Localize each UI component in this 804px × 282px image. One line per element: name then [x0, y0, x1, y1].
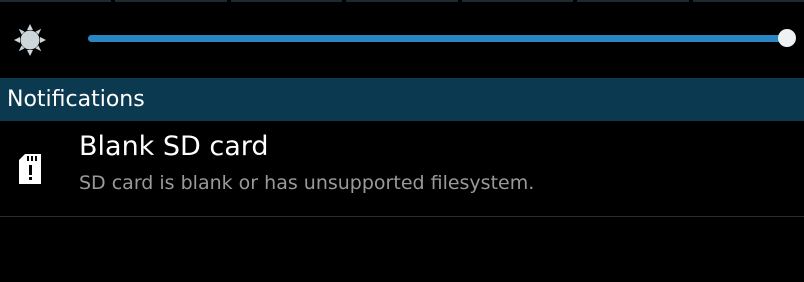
- quick-setting-tile-edge[interactable]: [461, 0, 574, 2]
- notification-subtitle: SD card is blank or has unsupported file…: [79, 172, 535, 194]
- brightness-sun-icon[interactable]: [12, 22, 48, 58]
- quick-setting-tile-edge[interactable]: [346, 0, 458, 2]
- brightness-slider-fill: [88, 35, 787, 42]
- brightness-slider[interactable]: [88, 29, 796, 48]
- sd-card-warning-icon: [18, 153, 42, 185]
- notification-item-blank-sd-card[interactable]: Blank SD card SD card is blank or has un…: [0, 121, 804, 216]
- brightness-row: [0, 4, 804, 76]
- brightness-slider-thumb[interactable]: [777, 29, 796, 47]
- notification-shade: Notifications Blank SD card SD card is b…: [0, 0, 804, 282]
- quick-setting-tile-edge[interactable]: [0, 0, 112, 2]
- quick-setting-tile-edge[interactable]: [692, 0, 804, 2]
- quick-setting-tile-edge[interactable]: [230, 0, 343, 2]
- notifications-header-label: Notifications: [7, 87, 145, 112]
- quick-setting-tile-edge[interactable]: [115, 0, 227, 2]
- quick-setting-tile-edge[interactable]: [577, 0, 689, 2]
- notification-title: Blank SD card: [79, 131, 269, 162]
- notification-divider: [0, 216, 804, 217]
- notifications-header: Notifications: [0, 78, 804, 121]
